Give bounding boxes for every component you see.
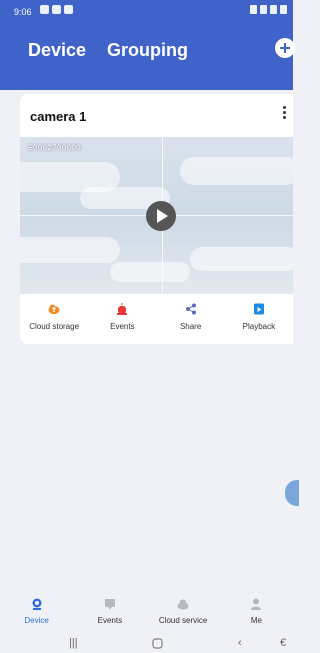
camera-preview[interactable]: E0062700000 [20, 137, 293, 294]
battery-saver-icon [250, 5, 257, 14]
back-icon[interactable]: ‹ [238, 638, 242, 649]
playback-label: Playback [242, 322, 276, 331]
share-icon [185, 303, 196, 315]
playback-icon [253, 303, 264, 315]
nav-events[interactable]: Events [73, 592, 146, 632]
tab-device[interactable]: Device [28, 40, 86, 61]
cloud-storage-label: Cloud storage [29, 322, 80, 331]
home-icon[interactable] [152, 638, 163, 652]
playback-button[interactable]: Playback [225, 294, 293, 344]
recent-apps-icon[interactable]: ||| [69, 638, 78, 649]
plus-circle-icon [280, 43, 290, 53]
wifi-icon [270, 5, 277, 14]
more-options-icon[interactable] [279, 104, 289, 126]
device-id-overlay: E0062700000 [28, 144, 81, 153]
share-label: Share [179, 322, 202, 331]
cloud-notification-icon [52, 5, 61, 14]
status-bar: 9:06 [0, 0, 293, 22]
device-icon [32, 598, 42, 610]
status-time: 9:06 [14, 7, 32, 17]
cloud-storage-button[interactable]: Cloud storage [20, 294, 88, 344]
app-header: 9:06 Device Grouping [0, 0, 295, 90]
tab-grouping[interactable]: Grouping [107, 40, 188, 61]
nav-cloud-service-label: Cloud service [158, 616, 208, 625]
nav-me-label: Me [250, 616, 262, 625]
floating-side-button[interactable] [285, 480, 299, 506]
cloud-storage-icon [48, 304, 60, 314]
play-icon [157, 209, 168, 223]
nav-device[interactable]: Device [0, 592, 73, 632]
person-icon [251, 598, 262, 610]
device-card[interactable]: camera 1 E0062700000 Cloud storage Event… [20, 94, 293, 344]
events-icon [104, 599, 115, 610]
signal-icon [280, 5, 287, 14]
alarm-icon [117, 303, 128, 315]
device-actions: Cloud storage Events Share Playback [20, 294, 293, 344]
share-button[interactable]: Share [157, 294, 225, 344]
nav-device-label: Device [24, 616, 49, 625]
add-device-button[interactable] [275, 38, 295, 58]
nav-me[interactable]: Me [220, 592, 293, 632]
gallery-notification-icon [40, 5, 49, 14]
nav-cloud-service[interactable]: Cloud service [147, 592, 220, 632]
nav-events-label: Events [97, 616, 123, 625]
system-navigation-bar: ||| ‹ € [0, 632, 293, 653]
events-button[interactable]: Events [88, 294, 156, 344]
play-button[interactable] [146, 201, 176, 231]
device-name: camera 1 [30, 109, 87, 124]
events-label: Events [110, 322, 135, 331]
accessibility-icon[interactable]: € [280, 638, 286, 649]
status-notification-icons [40, 5, 73, 14]
app-notification-icon [64, 5, 73, 14]
bluetooth-icon [260, 5, 267, 14]
cloud-icon [177, 599, 189, 610]
bottom-navigation: Device Events Cloud service Me [0, 592, 293, 632]
status-system-icons [250, 5, 287, 14]
